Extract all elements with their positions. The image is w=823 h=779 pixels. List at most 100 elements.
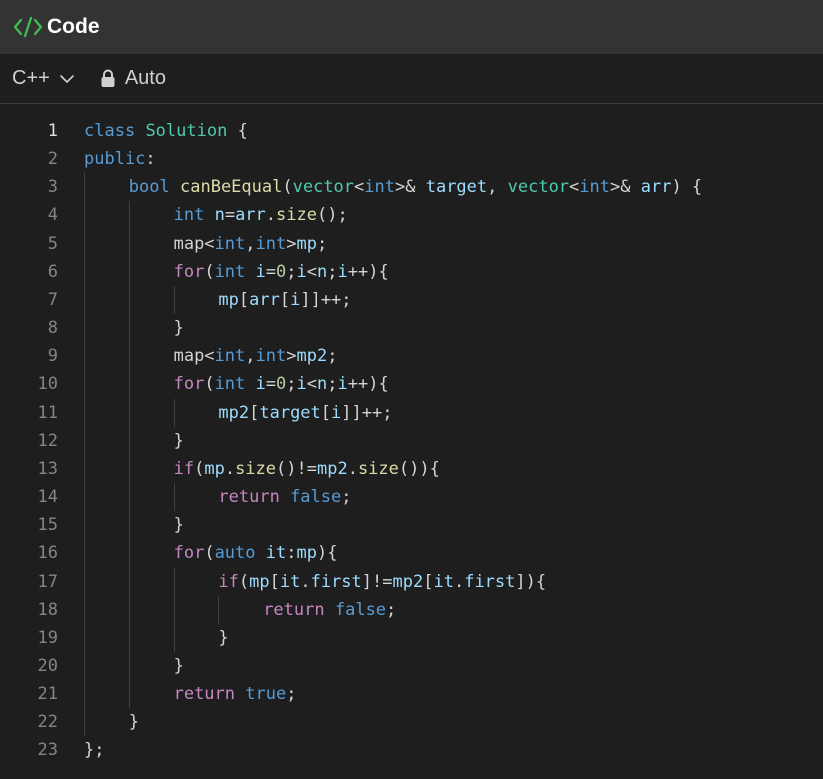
code-token: i	[296, 261, 307, 282]
code-token: public	[84, 149, 146, 170]
code-text: }	[129, 708, 139, 736]
code-token: n	[317, 374, 328, 395]
indent-guide	[84, 285, 85, 315]
indent-guide	[173, 398, 175, 427]
line-number: 17	[37, 571, 58, 592]
code-token: mp2	[218, 402, 250, 423]
code-line[interactable]: 23};	[0, 736, 823, 764]
indent-guide	[128, 567, 130, 596]
code-token: :	[286, 543, 297, 564]
code-token: return	[263, 599, 325, 620]
code-token: int	[255, 233, 287, 254]
indent-guide	[128, 511, 130, 540]
indent-guide	[84, 483, 85, 512]
code-token: class	[84, 121, 136, 141]
code-token: <	[354, 177, 365, 198]
code-line[interactable]: 10 for(int i=0;i<n;i++){	[0, 370, 823, 399]
code-line[interactable]: 11 mp2[target[i]]++;	[0, 398, 823, 427]
code-token: if	[218, 571, 239, 592]
code-line[interactable]: 8}	[0, 314, 823, 343]
code-token: ) {	[671, 177, 703, 198]
code-token: ;	[286, 261, 297, 282]
line-number: 7	[47, 289, 58, 310]
code-token: ()!=	[276, 458, 317, 479]
indent-guide	[173, 483, 175, 512]
indent-guide	[128, 342, 130, 371]
code-token: >&	[610, 177, 641, 198]
code-token: }	[173, 430, 184, 451]
code-token: (	[204, 374, 215, 395]
code-token: i	[337, 374, 348, 395]
code-text: return false;	[218, 483, 351, 511]
indent-guide	[128, 483, 130, 512]
code-token: >	[286, 346, 297, 367]
code-token: ;	[327, 346, 338, 367]
code-token: =	[265, 261, 277, 282]
code-text: int n=arr.size();	[174, 201, 348, 229]
code-token: ;	[316, 233, 328, 254]
code-line[interactable]: 19}	[0, 623, 823, 652]
code-line[interactable]: 15}	[0, 511, 823, 540]
code-editor[interactable]: 1 class Solution {2 public: 3 bool canBeEqua…	[0, 117, 823, 779]
line-number: 4	[47, 205, 58, 226]
code-text: }	[174, 511, 184, 539]
code-token: ;	[286, 684, 297, 705]
code-line[interactable]: 2 public:	[0, 145, 823, 173]
indent-guide	[84, 426, 85, 455]
code-line[interactable]: 6 for(int i=0;i<n;i++){	[0, 257, 823, 286]
line-number: 3	[47, 177, 58, 198]
code-line[interactable]: 5 map<int,int>mp;	[0, 229, 823, 258]
code-token: if	[173, 458, 195, 479]
code-token: n	[317, 261, 328, 282]
code-line[interactable]: 12}	[0, 426, 823, 455]
code-line[interactable]: 20}	[0, 651, 823, 681]
line-number: 6	[47, 261, 58, 282]
code-token: ;	[341, 487, 352, 508]
code-line[interactable]: 9 map<int,int>mp2;	[0, 342, 823, 371]
indent-guide	[128, 651, 130, 681]
code-text: }	[174, 427, 184, 455]
code-token: i	[255, 261, 266, 282]
code-text: public:	[84, 145, 156, 173]
indent-guide	[84, 201, 85, 230]
code-line[interactable]: 22}	[0, 708, 823, 737]
code-token: mp2	[296, 346, 328, 367]
code-token: [	[269, 571, 280, 592]
language-select[interactable]: C++	[12, 67, 75, 90]
code-token: it	[433, 571, 454, 592]
code-line[interactable]: 1 class Solution {	[0, 117, 823, 145]
code-line[interactable]: 17 if(mp[it.first]!=mp2[it.first]){	[0, 567, 823, 596]
code-line[interactable]: 3 bool canBeEqual(vector<int>& target, ve…	[0, 173, 823, 202]
code-token: ){	[316, 543, 338, 564]
code-token: mp	[296, 543, 317, 564]
code-token: int	[214, 346, 246, 367]
code-token: (	[194, 458, 205, 479]
indent-guide	[218, 595, 220, 624]
indent-guide	[84, 511, 85, 540]
code-line[interactable]: 18 return false;	[0, 595, 823, 624]
code-token: mp	[218, 289, 239, 310]
code-token: size	[276, 205, 317, 226]
code-line[interactable]: 13 if(mp.size()!=mp2.size()){	[0, 454, 823, 484]
indent-guide	[128, 257, 130, 286]
indent-guide	[128, 285, 130, 315]
code-line[interactable]: 7 mp[arr[i]]++;	[0, 285, 823, 315]
line-number: 21	[37, 684, 58, 705]
code-token: vector	[507, 177, 570, 198]
code-line[interactable]: 4 int n=arr.size();	[0, 201, 823, 230]
code-text: }	[174, 652, 184, 680]
code-token: ]){	[515, 571, 547, 592]
code-line[interactable]: 16 for(auto it:mp){	[0, 539, 823, 568]
code-token: {	[227, 121, 248, 141]
line-number: 8	[47, 318, 58, 339]
indent-guide	[84, 708, 85, 737]
code-token: first	[310, 571, 362, 592]
code-line[interactable]: 21 return true;	[0, 680, 823, 709]
code-line[interactable]: 14 return false;	[0, 483, 823, 512]
code-token: 0	[276, 374, 287, 395]
code-token: }	[173, 515, 184, 536]
code-token: <	[569, 177, 580, 198]
code-token: ,	[487, 177, 508, 198]
